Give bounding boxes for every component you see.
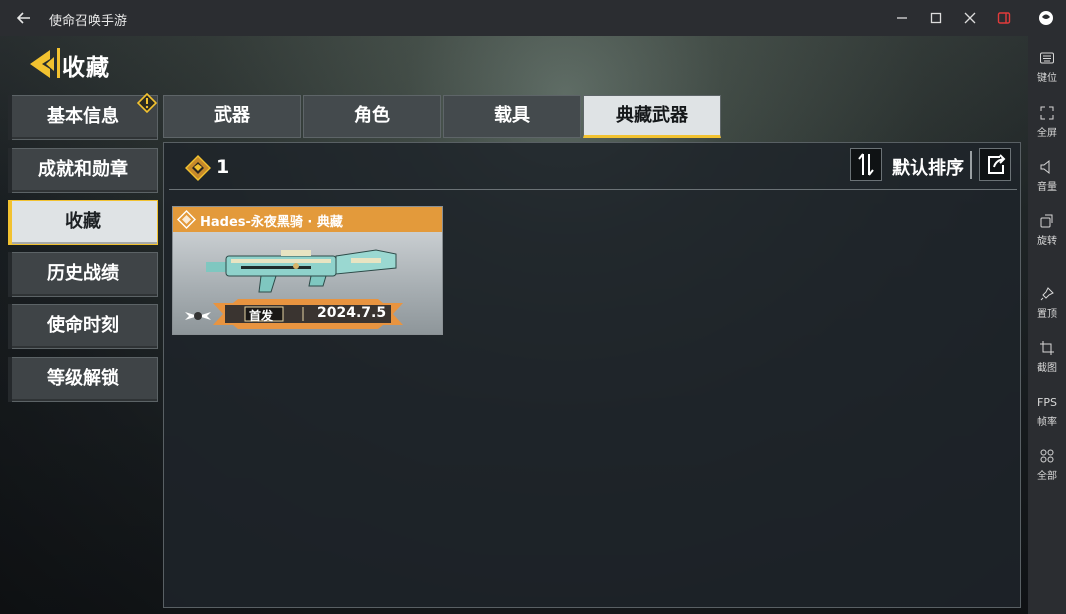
nav-item-label: 等级解锁 <box>47 368 119 389</box>
fullscreen-icon <box>1040 106 1054 120</box>
collection-count: 1 <box>216 156 230 178</box>
toolbar-label: 置顶 <box>1037 309 1057 320</box>
weapon-card[interactable]: Hades-永夜黑骑 · 典藏 首发 2024.7.5 <box>172 206 443 335</box>
crop-icon <box>1040 341 1054 355</box>
nav-item-edge <box>8 357 12 402</box>
share-icon <box>988 154 1006 174</box>
nav-item-edge <box>8 200 12 245</box>
toolbar-label: 帧率 <box>1037 417 1057 428</box>
toolbar-label: 截图 <box>1037 363 1057 374</box>
maximize-icon[interactable] <box>926 8 946 28</box>
toolbar-volume[interactable]: 音量 <box>1028 159 1066 193</box>
collection-panel: 1 默认排序 Hades-永夜黑骑 · 典藏 首发 2024.7.5 <box>163 142 1021 608</box>
nav-item-label: 收藏 <box>65 211 101 232</box>
toolbar-pin[interactable]: 置顶 <box>1028 286 1066 320</box>
nav-item-label: 基本信息 <box>47 106 119 127</box>
release-first-label: 首发 <box>249 309 274 323</box>
legendary-diamond-icon <box>177 210 196 229</box>
wings-emblem-icon <box>185 312 211 320</box>
tab-label: 武器 <box>214 105 250 126</box>
tab-label: 载具 <box>494 105 530 126</box>
game-viewport: 收藏 基本信息 成就和勋章 收藏 历史战绩 使命时刻 等级解锁 武器 角色 载具 <box>0 36 1028 614</box>
toolbar-all[interactable]: 全部 <box>1028 448 1066 482</box>
app-logo-icon <box>1039 11 1053 25</box>
window-titlebar: 使命召唤手游 <box>0 0 1066 36</box>
sort-button[interactable] <box>850 148 882 181</box>
close-icon[interactable] <box>960 8 980 28</box>
panel-divider <box>169 189 1017 190</box>
sort-swap-icon <box>858 153 874 176</box>
toolbar-keymap[interactable]: 键位 <box>1028 50 1066 84</box>
nav-item-label: 使命时刻 <box>47 315 119 336</box>
weapon-name: Hades-永夜黑骑 · 典藏 <box>200 215 343 230</box>
nav-item-history[interactable]: 历史战绩 <box>8 252 158 297</box>
nav-item-level-unlock[interactable]: 等级解锁 <box>8 357 158 402</box>
nav-item-label: 成就和勋章 <box>38 159 128 180</box>
nav-item-basic-info[interactable]: 基本信息 <box>8 95 158 140</box>
nav-item-label: 历史战绩 <box>47 263 119 284</box>
toolbar-fps[interactable]: FPS 帧率 <box>1028 396 1066 428</box>
fps-icon: FPS <box>1037 396 1057 409</box>
keyboard-icon <box>1040 52 1054 64</box>
weapon-card-header: Hades-永夜黑骑 · 典藏 <box>173 207 442 232</box>
tab-characters[interactable]: 角色 <box>303 95 441 138</box>
sidebar-toggle-icon[interactable] <box>994 8 1014 28</box>
warning-diamond-icon <box>137 93 157 113</box>
toolbar-screenshot[interactable]: 截图 <box>1028 340 1066 374</box>
weapon-image: 首发 2024.7.5 <box>173 232 442 334</box>
toolbar-label: 键位 <box>1037 73 1057 84</box>
tab-label: 典藏武器 <box>616 105 688 126</box>
share-button[interactable] <box>979 148 1011 181</box>
sort-label[interactable]: 默认排序 <box>892 154 964 180</box>
page-title: 收藏 <box>62 55 110 81</box>
minimize-icon[interactable] <box>892 8 912 28</box>
toolbar-label: 全屏 <box>1037 128 1057 139</box>
nav-item-collection[interactable]: 收藏 <box>8 200 158 245</box>
tab-legendary-weapons[interactable]: 典藏武器 <box>583 95 721 138</box>
nav-item-edge <box>8 148 12 193</box>
rotate-icon <box>1040 214 1053 228</box>
window-title: 使命召唤手游 <box>49 14 128 29</box>
nav-item-achievements[interactable]: 成就和勋章 <box>8 148 158 193</box>
nav-item-edge <box>8 304 12 349</box>
nav-item-moments[interactable]: 使命时刻 <box>8 304 158 349</box>
volume-icon <box>1040 159 1050 175</box>
toolbar-rotate[interactable]: 旋转 <box>1028 213 1066 247</box>
tab-weapons[interactable]: 武器 <box>163 95 301 138</box>
header-accent-bar <box>57 48 60 78</box>
back-chevron-icon[interactable] <box>26 48 58 80</box>
nav-item-edge <box>8 95 12 140</box>
emulator-toolbar: 键位 全屏 音量 旋转 置顶 截图 FPS 帧率 全部 <box>1028 36 1066 614</box>
collection-count-icon <box>185 155 211 181</box>
weapon-image-icon <box>206 249 397 293</box>
pin-icon <box>1040 287 1054 301</box>
arrow-left-icon[interactable] <box>14 8 34 28</box>
toolbar-fullscreen[interactable]: 全屏 <box>1028 105 1066 139</box>
grid-icon <box>1040 449 1054 463</box>
release-date: 2024.7.5 <box>317 305 387 321</box>
tab-label: 角色 <box>354 105 390 126</box>
toolbar-label: 旋转 <box>1037 236 1057 247</box>
toolbar-divider <box>970 151 972 179</box>
tab-vehicles[interactable]: 载具 <box>443 95 581 138</box>
toolbar-label: 音量 <box>1037 182 1057 193</box>
nav-item-edge <box>8 252 12 297</box>
toolbar-label: 全部 <box>1037 471 1057 482</box>
